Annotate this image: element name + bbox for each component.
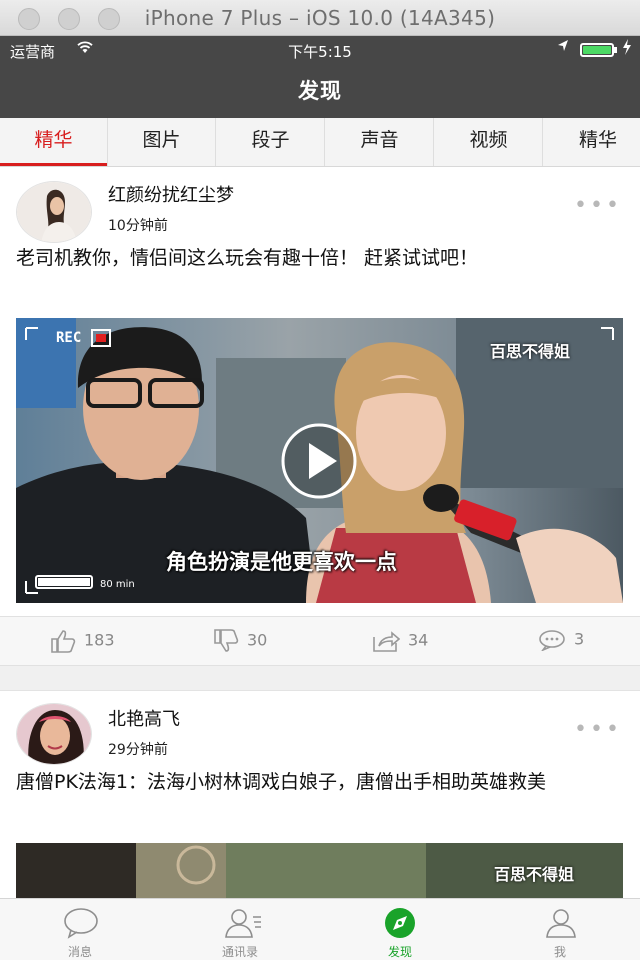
avatar[interactable] xyxy=(16,703,92,765)
location-arrow-icon xyxy=(557,39,569,57)
tabbar-item-me[interactable]: 我 xyxy=(480,899,640,961)
post-card: 北艳高飞 29分钟前 ••• 唐僧PK法海1：法海小树林调戏白娘子，唐僧出手相助… xyxy=(0,690,640,898)
status-bar: 运营商 下午5:15 xyxy=(0,36,640,64)
post-feed[interactable]: 红颜纷扰红尘梦 10分钟前 ••• 老司机教你，情侣间这么玩会有趣十倍！ 赶紧试… xyxy=(0,167,640,898)
tab-jinghua-2[interactable]: 精华 xyxy=(544,118,640,166)
post-time: 29分钟前 xyxy=(108,742,168,758)
like-button[interactable]: 183 xyxy=(50,629,115,653)
page-title: 发现 xyxy=(298,79,342,103)
bottom-tab-bar: 消息 通讯录 发现 我 xyxy=(0,898,640,960)
video-watermark: 百思不得姐 xyxy=(490,342,571,361)
post-author[interactable]: 红颜纷扰红尘梦 xyxy=(108,181,234,207)
rec-label: REC xyxy=(56,330,82,346)
compass-icon xyxy=(385,908,415,938)
recording-battery-fill xyxy=(38,578,90,586)
charging-bolt-icon xyxy=(622,39,632,59)
post-card: 红颜纷扰红尘梦 10分钟前 ••• 老司机教你，情侣间这么玩会有趣十倍！ 赶紧试… xyxy=(0,167,640,666)
like-count: 183 xyxy=(84,630,115,650)
category-tabs: 精华 图片 段子 声音 视频 精华 xyxy=(0,118,640,167)
status-time: 下午5:15 xyxy=(288,43,352,61)
share-icon xyxy=(373,631,401,652)
comment-button[interactable]: 3 xyxy=(538,629,585,652)
comment-count: 3 xyxy=(574,629,585,649)
tab-audio[interactable]: 声音 xyxy=(326,118,434,166)
avatar[interactable] xyxy=(16,181,92,243)
post-action-bar: 183 30 34 3 xyxy=(0,616,640,666)
tab-video[interactable]: 视频 xyxy=(435,118,543,166)
dislike-count: 30 xyxy=(247,630,268,650)
thumbs-up-icon xyxy=(51,630,76,653)
post-text[interactable]: 老司机教你，情侣间这么玩会有趣十倍！ 赶紧试试吧！ xyxy=(16,245,616,271)
thumbs-down-icon xyxy=(214,629,239,652)
more-options-icon[interactable]: ••• xyxy=(574,717,622,742)
video-watermark: 百思不得姐 xyxy=(494,865,575,884)
video-duration: 80 min xyxy=(100,579,135,590)
video-thumbnail[interactable]: REC 百思不得姐 角色扮演是他更喜欢一点 80 min xyxy=(16,318,623,603)
share-count: 34 xyxy=(408,630,429,650)
post-author[interactable]: 北艳高飞 xyxy=(108,705,180,731)
battery-icon xyxy=(580,43,614,57)
contacts-icon xyxy=(225,909,261,938)
tab-jokes[interactable]: 段子 xyxy=(217,118,325,166)
window-title: iPhone 7 Plus – iOS 10.0 (14A345) xyxy=(144,6,496,30)
tab-jinghua[interactable]: 精华 xyxy=(0,118,108,166)
tabbar-label: 我 xyxy=(553,945,566,959)
battery-tip xyxy=(614,47,617,53)
tabbar-label: 发现 xyxy=(387,945,412,959)
tabbar-item-discover[interactable]: 发现 xyxy=(320,899,480,961)
tabbar-item-contacts[interactable]: 通讯录 xyxy=(160,899,320,961)
comment-icon xyxy=(539,630,565,652)
video-caption: 角色扮演是他更喜欢一点 xyxy=(166,550,397,574)
simulator-window-bar: iPhone 7 Plus – iOS 10.0 (14A345) xyxy=(0,0,640,36)
dislike-button[interactable]: 30 xyxy=(213,629,267,653)
post-time: 10分钟前 xyxy=(108,218,168,234)
chat-bubble-icon xyxy=(64,908,98,939)
tabbar-item-messages[interactable]: 消息 xyxy=(0,899,160,961)
person-icon xyxy=(546,909,576,938)
navigation-bar: 发现 xyxy=(0,64,640,118)
tabbar-label: 通讯录 xyxy=(221,945,258,959)
more-options-icon[interactable]: ••• xyxy=(574,193,622,218)
post-text[interactable]: 唐僧PK法海1：法海小树林调戏白娘子，唐僧出手相助英雄救美 xyxy=(16,769,616,795)
tabbar-label: 消息 xyxy=(67,945,92,959)
share-button[interactable]: 34 xyxy=(372,629,428,653)
tab-pictures[interactable]: 图片 xyxy=(108,118,216,166)
video-thumbnail[interactable]: 百思不得姐 xyxy=(16,843,623,898)
